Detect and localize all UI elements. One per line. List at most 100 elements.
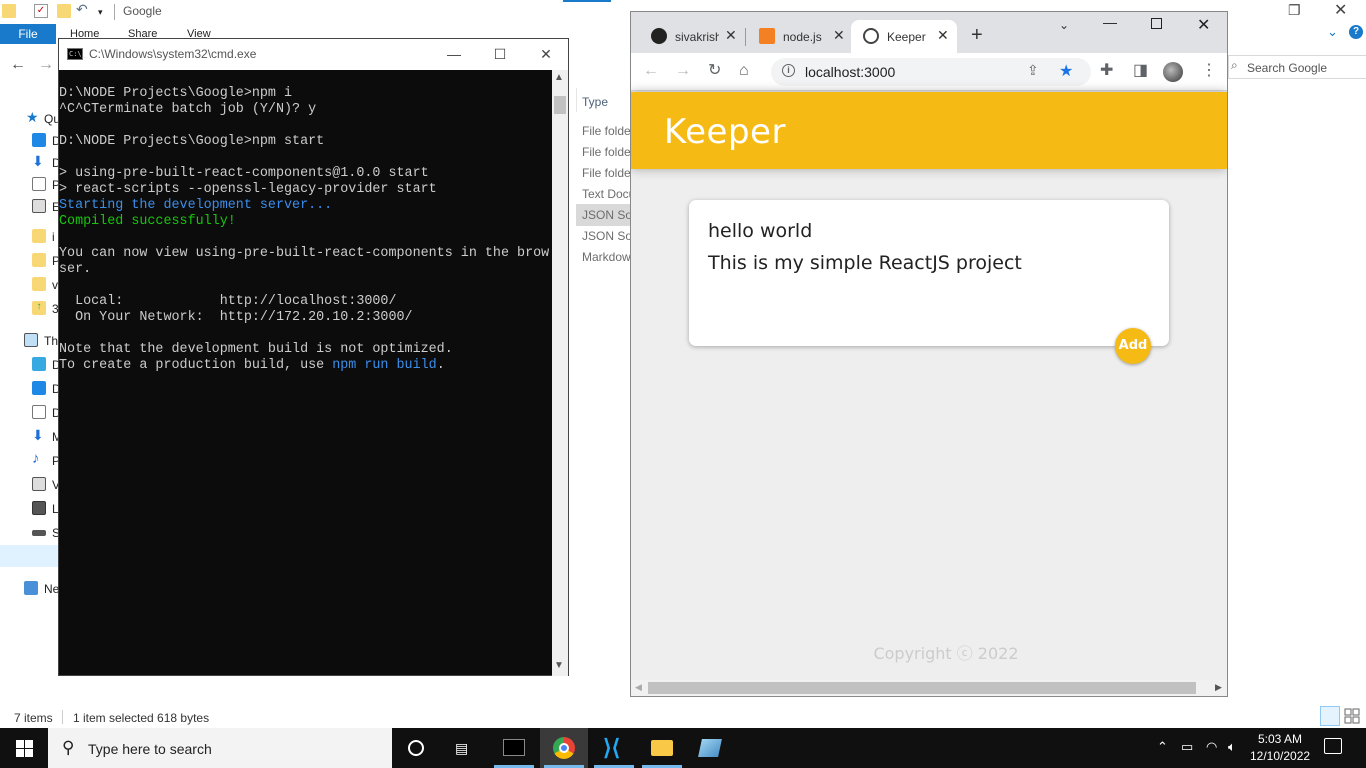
taskbar-app-chrome[interactable] xyxy=(540,728,588,768)
web-page: Keeper hello world This is my simple Rea… xyxy=(631,92,1227,684)
new-tab-icon[interactable]: + xyxy=(971,25,983,45)
column-header-type[interactable]: Type xyxy=(582,95,608,109)
add-button[interactable]: Add xyxy=(1115,328,1151,364)
type-cell[interactable]: JSON Source xyxy=(582,208,630,222)
nav-item-pictures[interactable]: V xyxy=(0,474,60,496)
tab-search-chevron-icon[interactable]: ⌄ xyxy=(1059,18,1069,32)
nav-item-folder[interactable]: ↑ 3 xyxy=(0,298,59,320)
battery-icon[interactable]: ▭ xyxy=(1181,739,1193,755)
cmd-console-output[interactable]: D:\NODE Projects\Google>npm i ^C^CTermin… xyxy=(59,70,552,676)
taskbar-app-file-explorer[interactable] xyxy=(638,728,686,768)
chrome-window[interactable]: sivakrish ✕ node.js ✕ Keeper ✕ + ⌄ — ✕ ←… xyxy=(630,11,1228,697)
nav-item-downloads[interactable]: ⬇ D xyxy=(0,152,61,174)
maximize-icon[interactable] xyxy=(1151,18,1162,29)
scroll-down-icon[interactable]: ▼ xyxy=(554,660,564,671)
disk-icon xyxy=(32,530,46,536)
nav-item-3d-objects[interactable]: D xyxy=(0,354,61,376)
bookmark-star-icon[interactable]: ★ xyxy=(1059,61,1073,81)
ribbon-expand-icon[interactable]: ⌄ xyxy=(1327,24,1338,40)
share-icon[interactable]: ⇪ xyxy=(1027,62,1039,79)
scroll-left-icon[interactable]: ◀ xyxy=(635,682,642,693)
note-content-textarea[interactable]: This is my simple ReactJS project xyxy=(708,252,1022,274)
details-view-icon[interactable] xyxy=(1320,706,1340,726)
tab-stackoverflow[interactable]: node.js ✕ xyxy=(747,20,851,53)
kebab-menu-icon[interactable]: ⋮ xyxy=(1201,62,1217,80)
properties-icon[interactable]: ✓ xyxy=(34,4,48,18)
taskbar-app-cmd[interactable] xyxy=(490,728,538,768)
nav-quick-access[interactable]: ★ Qu xyxy=(0,108,60,130)
folder-icon[interactable] xyxy=(2,4,16,18)
nav-item-pictures[interactable]: E xyxy=(0,196,60,218)
nav-item-folder[interactable]: P xyxy=(0,250,60,272)
tab-keeper[interactable]: Keeper ✕ xyxy=(851,20,957,53)
task-view-icon[interactable]: ▤ xyxy=(455,740,468,757)
cortana-icon[interactable] xyxy=(408,740,424,756)
note-title-input[interactable]: hello world xyxy=(708,220,812,242)
notification-center-icon[interactable] xyxy=(1324,738,1342,754)
type-cell[interactable]: File folder xyxy=(582,166,630,180)
nav-item-videos[interactable]: L xyxy=(0,498,59,520)
close-icon[interactable]: ✕ xyxy=(1334,0,1347,20)
tab-github[interactable]: sivakrish ✕ xyxy=(639,20,744,53)
undo-icon[interactable]: ↶ xyxy=(76,2,90,16)
clock-date[interactable]: 12/10/2022 xyxy=(1250,749,1310,763)
scroll-thumb[interactable] xyxy=(648,682,1196,694)
type-cell[interactable]: Markdown xyxy=(582,250,630,264)
nav-this-pc[interactable]: Th xyxy=(0,330,58,352)
back-arrow-icon[interactable]: ← xyxy=(643,62,659,80)
nav-item-folder[interactable]: v xyxy=(0,274,58,296)
new-folder-icon[interactable] xyxy=(57,4,71,18)
ribbon-tab-file[interactable]: File xyxy=(0,24,56,44)
nav-item-local-disk[interactable]: S xyxy=(0,522,60,544)
taskbar-app-vscode[interactable]: ⟩⟨ xyxy=(590,728,638,768)
reload-icon[interactable]: ↻ xyxy=(708,62,721,80)
nav-item-music[interactable]: ♪ P xyxy=(0,450,60,472)
forward-arrow-icon[interactable]: → xyxy=(38,56,54,74)
side-panel-icon[interactable]: ◨ xyxy=(1133,62,1148,80)
nav-item-documents[interactable]: D xyxy=(0,402,61,424)
extensions-puzzle-icon[interactable]: ✚ xyxy=(1100,62,1113,80)
info-icon[interactable]: i xyxy=(782,64,795,77)
nav-item-desktop[interactable]: D xyxy=(0,378,61,400)
minimize-icon[interactable]: — xyxy=(443,43,465,65)
scroll-up-icon[interactable]: ▲ xyxy=(554,72,564,83)
forward-arrow-icon[interactable]: → xyxy=(675,62,691,80)
close-icon[interactable]: ✕ xyxy=(1197,15,1210,35)
nav-item-documents[interactable]: P xyxy=(0,174,60,196)
cmd-window[interactable]: C:\_ C:\Windows\system32\cmd.exe — ☐ ✕ D… xyxy=(58,38,569,676)
minimize-icon[interactable]: — xyxy=(1103,14,1117,30)
customize-qa-icon[interactable]: ▾ xyxy=(98,7,112,21)
close-icon[interactable]: ✕ xyxy=(937,27,949,44)
volume-icon[interactable]: 🔈︎ xyxy=(1228,739,1236,755)
close-icon[interactable]: ✕ xyxy=(725,27,737,44)
nav-item-downloads[interactable]: ⬇ M xyxy=(0,426,62,448)
back-arrow-icon[interactable]: ← xyxy=(10,56,26,74)
close-icon[interactable]: ✕ xyxy=(535,43,557,65)
address-bar[interactable]: i localhost:3000 ⇪ ★ xyxy=(771,58,1091,86)
type-cell[interactable]: Text Document xyxy=(582,187,630,201)
maximize-icon[interactable]: ☐ xyxy=(489,43,511,65)
taskbar-app-other[interactable] xyxy=(686,728,734,768)
show-hidden-icons-chevron-icon[interactable]: ⌃ xyxy=(1157,739,1168,755)
nav-network[interactable]: Ne xyxy=(0,578,59,600)
home-icon[interactable]: ⌂ xyxy=(739,62,749,80)
cmd-titlebar[interactable]: C:\_ C:\Windows\system32\cmd.exe — ☐ ✕ xyxy=(59,39,568,70)
type-cell[interactable]: JSON Source xyxy=(582,229,630,243)
scroll-right-icon[interactable]: ▶ xyxy=(1215,682,1222,693)
nav-item-folder[interactable]: i xyxy=(0,226,58,248)
close-icon[interactable]: ✕ xyxy=(833,27,845,44)
taskbar-search-input[interactable]: ⚲ Type here to search xyxy=(48,728,392,768)
wifi-icon[interactable]: ◠ xyxy=(1206,739,1217,755)
scroll-thumb[interactable] xyxy=(554,96,566,114)
type-cell[interactable]: File folder xyxy=(582,145,630,159)
horizontal-scrollbar[interactable]: ◀ ▶ xyxy=(631,680,1227,696)
start-button[interactable] xyxy=(0,728,48,768)
nav-item-desktop[interactable]: D xyxy=(0,130,61,152)
clock-time[interactable]: 5:03 AM xyxy=(1250,732,1310,746)
restore-icon[interactable]: ❐ xyxy=(1288,2,1301,19)
large-icons-view-icon[interactable] xyxy=(1344,708,1360,724)
type-cell[interactable]: File folder xyxy=(582,124,630,138)
help-icon[interactable]: ? xyxy=(1349,25,1363,39)
cmd-scrollbar[interactable]: ▲ ▼ xyxy=(552,70,568,676)
profile-avatar[interactable] xyxy=(1163,62,1183,82)
